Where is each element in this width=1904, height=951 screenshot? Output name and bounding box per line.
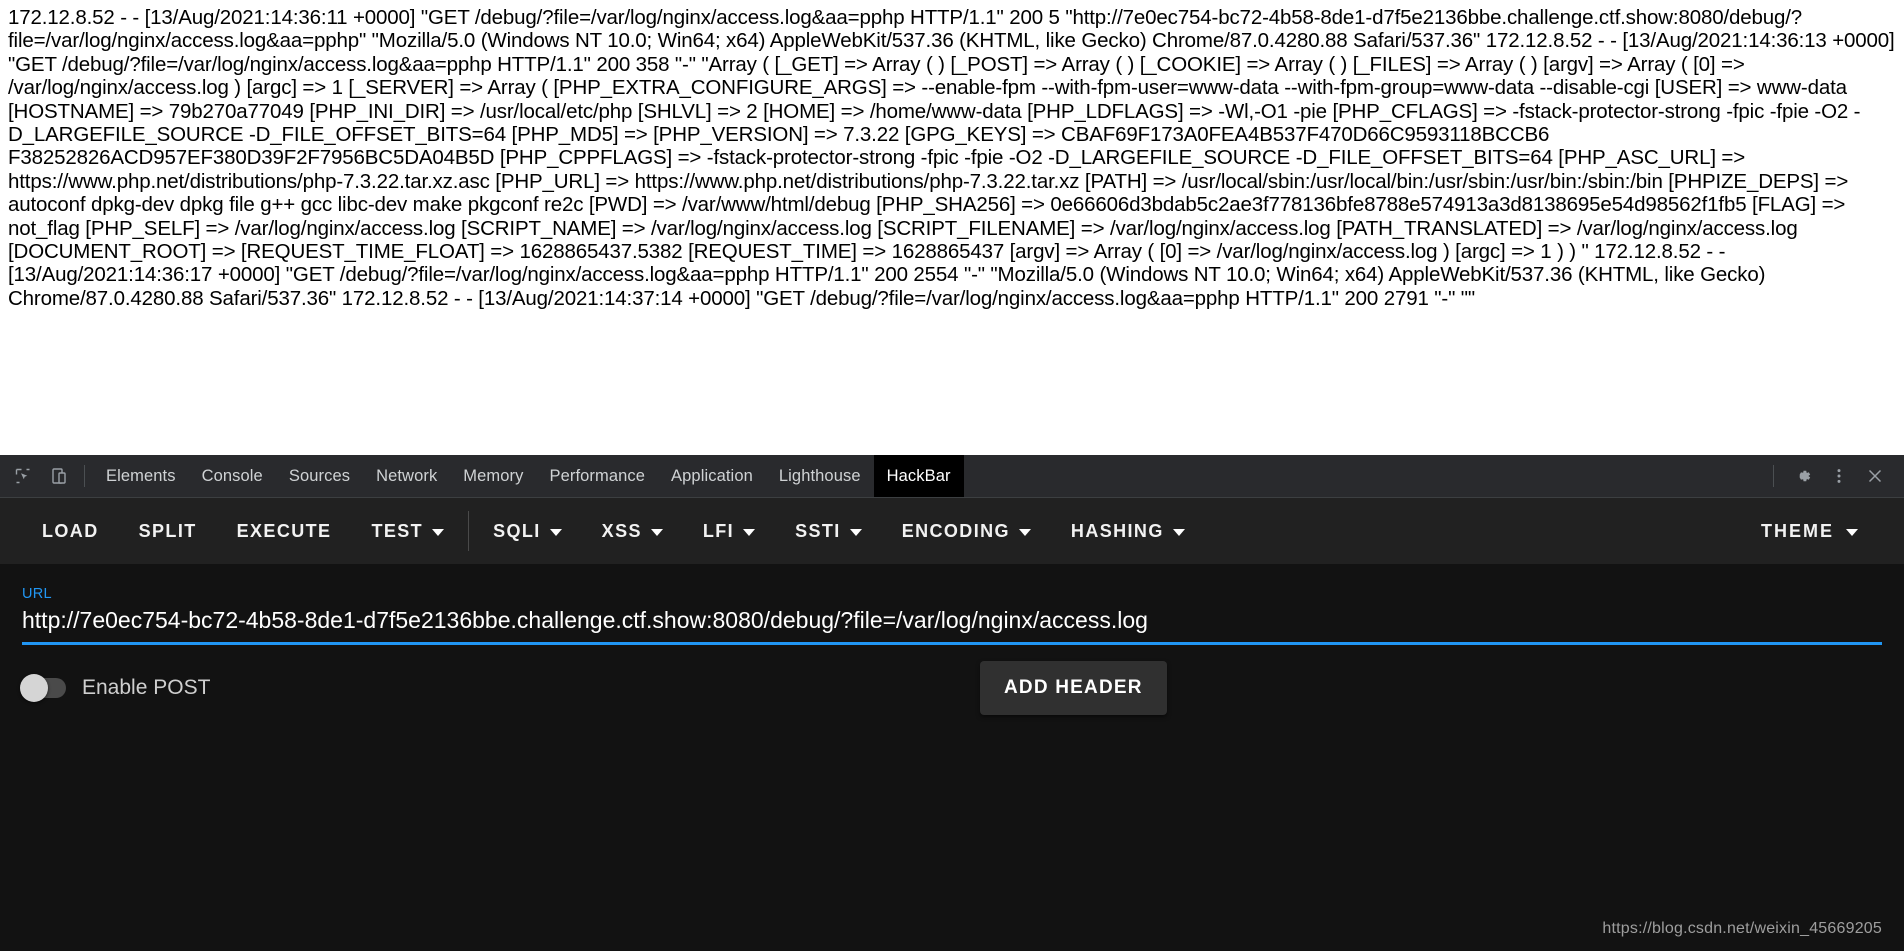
add-header-button[interactable]: ADD HEADER	[980, 661, 1167, 715]
url-input[interactable]: http://7e0ec754-bc72-4b58-8de1-d7f5e2136…	[22, 607, 1882, 642]
toolbar-divider	[84, 465, 85, 487]
tab-label: Console	[201, 466, 263, 485]
tab-label: Performance	[549, 466, 646, 485]
devtools-right-tools	[1769, 455, 1904, 497]
screenshot-root: 172.12.8.52 - - [13/Aug/2021:14:36:11 +0…	[0, 0, 1904, 951]
hackbar-menu-split[interactable]: SPLIT	[119, 521, 217, 542]
hackbar-menu-test[interactable]: TEST	[351, 521, 464, 542]
tab-lighthouse[interactable]: Lighthouse	[766, 455, 874, 497]
toggle-track	[20, 674, 66, 702]
chevron-down-icon	[650, 528, 663, 536]
tab-label: Network	[376, 466, 438, 485]
menu-label: SQLI	[493, 520, 541, 541]
hackbar-menu-hashing[interactable]: HASHING	[1051, 521, 1205, 542]
menu-label: SPLIT	[138, 520, 197, 541]
hackbar-theme-menu[interactable]: THEME	[1761, 521, 1882, 542]
tab-hackbar[interactable]: HackBar	[873, 455, 964, 497]
close-devtools-icon[interactable]	[1858, 459, 1892, 493]
menu-label: HASHING	[1070, 520, 1164, 541]
more-options-icon[interactable]	[1822, 459, 1856, 493]
tab-label: Memory	[463, 466, 524, 485]
hackbar-menu-xss[interactable]: XSS	[582, 521, 683, 542]
toggle-knob	[20, 674, 48, 702]
tab-label: Sources	[288, 466, 351, 485]
tab-application[interactable]: Application	[658, 455, 766, 497]
tab-memory[interactable]: Memory	[450, 455, 536, 497]
tab-label: Elements	[106, 466, 176, 485]
url-field-group: URL http://7e0ec754-bc72-4b58-8de1-d7f5e…	[0, 564, 1904, 645]
chevron-down-icon	[1018, 528, 1031, 536]
devtools-tab-list: Elements Console Sources Network Memory …	[93, 455, 964, 497]
menu-label: XSS	[601, 520, 642, 541]
toolbar-divider-right	[1773, 465, 1774, 487]
chevron-down-icon	[432, 528, 445, 536]
hackbar-menu-sqli[interactable]: SQLI	[473, 521, 582, 542]
devtools-left-tools	[0, 455, 78, 497]
tab-console[interactable]: Console	[189, 455, 276, 497]
tab-label: HackBar	[886, 466, 951, 485]
menu-label: ENCODING	[901, 520, 1010, 541]
settings-gear-icon[interactable]	[1786, 459, 1820, 493]
chevron-down-icon	[849, 528, 862, 536]
hackbar-menu-execute[interactable]: EXECUTE	[217, 521, 352, 542]
enable-post-label: Enable POST	[82, 676, 211, 699]
tab-sources[interactable]: Sources	[276, 455, 363, 497]
nginx-access-log-output: 172.12.8.52 - - [13/Aug/2021:14:36:11 +0…	[8, 6, 1901, 310]
inspect-element-icon[interactable]	[10, 463, 36, 489]
enable-post-toggle[interactable]: Enable POST	[20, 674, 211, 702]
watermark-text: https://blog.csdn.net/weixin_45669205	[1602, 920, 1882, 937]
tab-label: Application	[671, 466, 753, 485]
hackbar-menu-ssti[interactable]: SSTI	[775, 521, 882, 542]
menu-label: LFI	[702, 520, 735, 541]
chevron-down-icon	[549, 528, 562, 536]
menu-label: SSTI	[795, 520, 841, 541]
menubar-divider	[468, 511, 470, 551]
tab-elements[interactable]: Elements	[93, 455, 189, 497]
hackbar-panel: LOAD SPLIT EXECUTE TEST SQLI XSS LFI SST…	[0, 498, 1904, 951]
hackbar-menu-load[interactable]: LOAD	[22, 521, 119, 542]
hackbar-menubar: LOAD SPLIT EXECUTE TEST SQLI XSS LFI SST…	[0, 498, 1904, 564]
menu-label: EXECUTE	[236, 520, 332, 541]
device-toolbar-icon[interactable]	[46, 463, 72, 489]
menu-label: LOAD	[42, 520, 99, 541]
chevron-down-icon	[1172, 528, 1185, 536]
devtools-tabbar: Elements Console Sources Network Memory …	[0, 455, 1904, 498]
chevron-down-icon	[743, 528, 756, 536]
hackbar-menu-lfi[interactable]: LFI	[683, 521, 775, 542]
hackbar-menu-encoding[interactable]: ENCODING	[882, 521, 1051, 542]
tab-label: Lighthouse	[778, 466, 861, 485]
url-label: URL	[22, 586, 52, 602]
browser-page-content: 172.12.8.52 - - [13/Aug/2021:14:36:11 +0…	[0, 0, 1904, 455]
theme-label: THEME	[1761, 520, 1834, 541]
menu-label: TEST	[371, 520, 424, 541]
tab-performance[interactable]: Performance	[536, 455, 658, 497]
hackbar-controls-row: Enable POST ADD HEADER	[0, 645, 1904, 731]
chevron-down-icon	[1846, 528, 1858, 536]
devtools-panel: Elements Console Sources Network Memory …	[0, 455, 1904, 951]
tab-network[interactable]: Network	[363, 455, 450, 497]
